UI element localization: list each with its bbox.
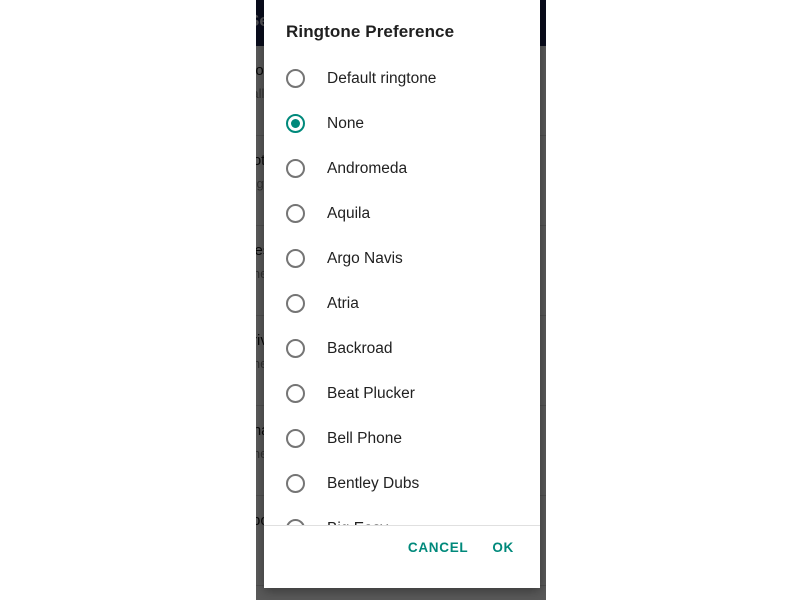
ringtone-option-label: Big Easy <box>327 520 388 526</box>
phone-viewport: Settings Block numbers Calls and message… <box>256 0 546 600</box>
radio-unchecked-icon[interactable] <box>286 249 305 268</box>
radio-unchecked-icon[interactable] <box>286 384 305 403</box>
ringtone-preference-dialog: Ringtone Preference Default ringtone None… <box>264 0 540 588</box>
radio-unchecked-icon[interactable] <box>286 474 305 493</box>
radio-unchecked-icon[interactable] <box>286 339 305 358</box>
radio-unchecked-icon[interactable] <box>286 204 305 223</box>
ringtone-option-row[interactable]: Bentley Dubs <box>264 461 540 506</box>
dialog-action-bar: CANCEL OK <box>264 526 540 568</box>
ringtone-option-row[interactable]: Atria <box>264 281 540 326</box>
screenshot-root: Settings Block numbers Calls and message… <box>0 0 800 600</box>
ringtone-option-label: None <box>327 114 365 132</box>
ringtone-option-label: Aquila <box>327 204 371 222</box>
ok-button[interactable]: OK <box>480 534 526 561</box>
ringtone-option-label: Default ringtone <box>327 69 437 87</box>
ringtone-option-row[interactable]: Bell Phone <box>264 416 540 461</box>
ringtone-option-row[interactable]: Big Easy <box>264 506 540 525</box>
dialog-bottom-padding <box>264 568 540 588</box>
radio-checked-icon[interactable] <box>286 114 305 133</box>
ringtone-option-row[interactable]: Backroad <box>264 326 540 371</box>
ringtone-option-label: Backroad <box>327 339 393 357</box>
ringtone-option-row[interactable]: Aquila <box>264 191 540 236</box>
ringtone-option-label: Argo Navis <box>327 249 403 267</box>
radio-unchecked-icon[interactable] <box>286 159 305 178</box>
ringtone-option-label: Bell Phone <box>327 429 402 447</box>
radio-unchecked-icon[interactable] <box>286 294 305 313</box>
ringtone-option-label: Andromeda <box>327 159 408 177</box>
ringtone-option-row[interactable]: None <box>264 101 540 146</box>
cancel-button[interactable]: CANCEL <box>396 534 480 561</box>
ringtone-option-label: Beat Plucker <box>327 384 415 402</box>
ringtone-option-label: Bentley Dubs <box>327 474 420 492</box>
radio-unchecked-icon[interactable] <box>286 429 305 448</box>
radio-unchecked-icon[interactable] <box>286 519 305 525</box>
radio-unchecked-icon[interactable] <box>286 69 305 88</box>
ringtone-option-row[interactable]: Default ringtone <box>264 56 540 101</box>
ringtone-option-label: Atria <box>327 294 359 312</box>
ringtone-option-row[interactable]: Argo Navis <box>264 236 540 281</box>
ringtone-option-list[interactable]: Default ringtone None Andromeda Aquila Argo … <box>264 56 540 525</box>
ringtone-option-row[interactable]: Beat Plucker <box>264 371 540 416</box>
ringtone-option-row[interactable]: Andromeda <box>264 146 540 191</box>
dialog-title: Ringtone Preference <box>286 22 455 41</box>
